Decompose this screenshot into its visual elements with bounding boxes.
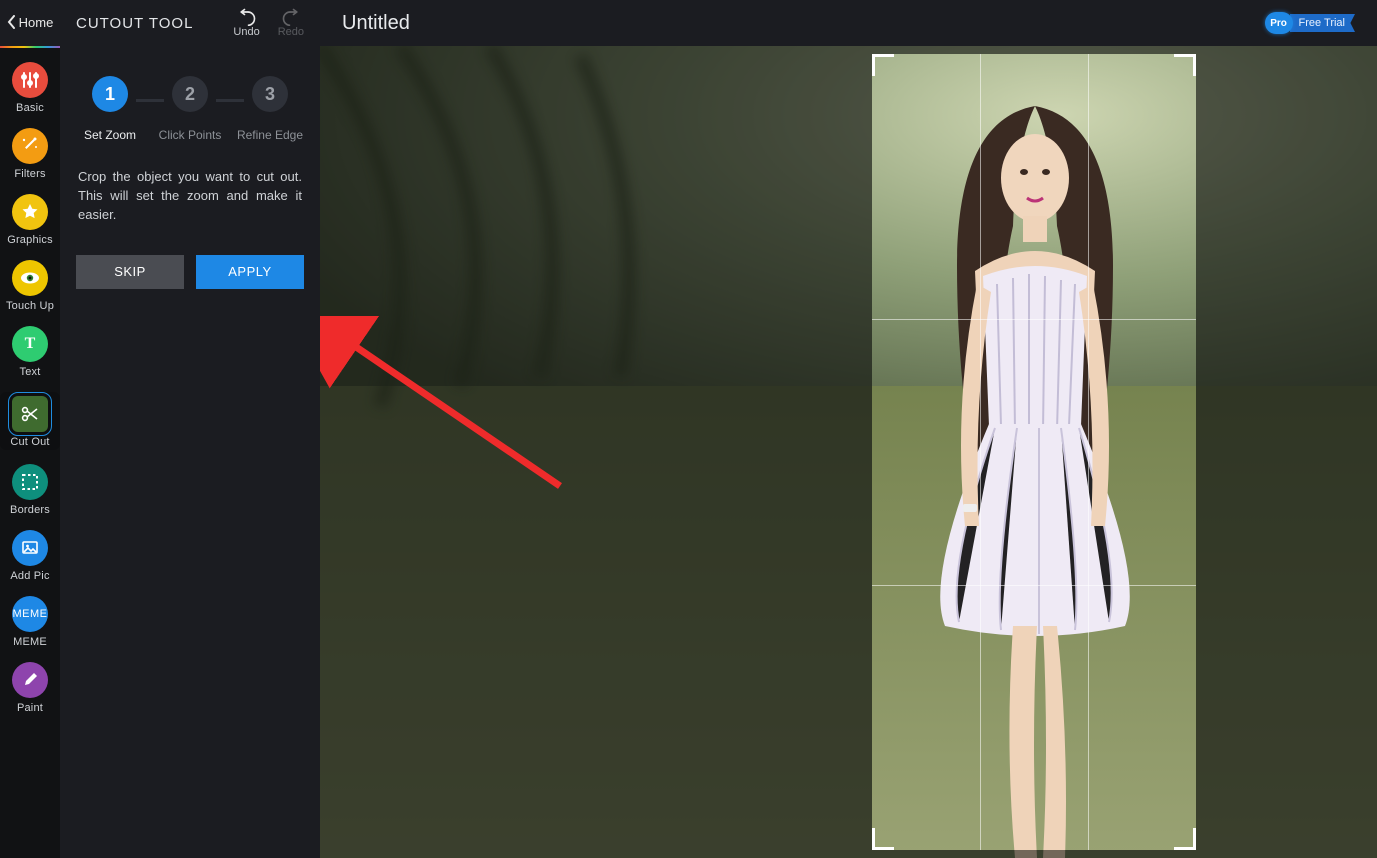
stepper: 1 Set Zoom 2 Click Points 3 Refine Edge [60,46,320,150]
pro-chip: Pro [1265,12,1293,34]
nav-label: Paint [17,702,43,714]
nav-basic[interactable]: Basic [0,62,60,114]
wand-icon [12,128,48,164]
crop-handle-bl[interactable] [872,828,894,850]
crop-handle-tl[interactable] [872,54,894,76]
nav-meme[interactable]: MEME MEME [0,596,60,648]
redo-icon [281,8,301,26]
step-click-points[interactable]: 2 Click Points [150,76,230,142]
pro-ribbon: Free Trial [1290,14,1355,32]
home-label: Home [19,15,54,30]
crop-grid-line [1088,54,1089,850]
left-nav: Home Basic Filters Graphics Touch Up [0,0,60,858]
step-refine-edge[interactable]: 3 Refine Edge [230,76,310,142]
nav-graphics[interactable]: Graphics [0,194,60,246]
nav-touchup[interactable]: Touch Up [0,260,60,312]
skip-button[interactable]: SKIP [76,255,184,289]
nav-text[interactable]: T Text [0,326,60,378]
panel-header: CUTOUT TOOL Undo Redo [60,0,320,46]
crop-rect[interactable] [872,54,1196,850]
star-icon [12,194,48,230]
sliders-icon [12,62,48,98]
nav-cutout[interactable]: Cut Out [0,392,60,450]
step-connector [216,99,244,102]
canvas-area: Untitled Pro Free Trial [320,0,1377,858]
crop-dimmer [320,46,1377,858]
nav-label: Graphics [7,234,53,246]
home-button[interactable]: Home [0,0,60,46]
nav-addpic[interactable]: Add Pic [0,530,60,582]
nav-label: Touch Up [6,300,54,312]
nav-label: Borders [10,504,50,516]
document-title: Untitled [342,12,410,35]
apply-button[interactable]: APPLY [196,255,304,289]
help-text: Crop the object you want to cut out. Thi… [60,150,320,225]
nav-label: Add Pic [10,570,49,582]
meme-icon: MEME [12,596,48,632]
chevron-left-icon [7,15,17,29]
rainbow-divider [0,46,60,48]
nav-label: Text [20,366,41,378]
crop-preview [872,54,1196,850]
step-set-zoom[interactable]: 1 Set Zoom [70,76,150,142]
step-connector [136,99,164,102]
pro-badge[interactable]: Pro Free Trial [1265,11,1355,35]
crop-handle-tr[interactable] [1174,54,1196,76]
canvas[interactable] [320,46,1377,858]
text-icon: T [12,326,48,362]
brush-icon [12,662,48,698]
step-number: 2 [172,76,208,112]
eye-icon [12,260,48,296]
nav-paint[interactable]: Paint [0,662,60,714]
frame-icon [12,464,48,500]
crop-grid-line [872,585,1196,586]
step-label: Set Zoom [84,128,136,142]
nav-filters[interactable]: Filters [0,128,60,180]
nav-label: MEME [13,636,47,648]
button-row: SKIP APPLY [60,225,320,289]
step-label: Refine Edge [237,128,303,142]
nav-label: Cut Out [10,436,49,448]
crop-grid-line [872,319,1196,320]
crop-handle-br[interactable] [1174,828,1196,850]
step-label: Click Points [159,128,222,142]
step-number: 3 [252,76,288,112]
nav-borders[interactable]: Borders [0,464,60,516]
undo-icon [237,8,257,26]
tool-panel: CUTOUT TOOL Undo Redo 1 Set Zoom 2 Cl [60,0,320,858]
step-number: 1 [92,76,128,112]
redo-label: Redo [278,26,304,38]
redo-button: Redo [278,8,304,38]
undo-button[interactable]: Undo [233,8,259,38]
nav-label: Basic [16,102,44,114]
panel-title: CUTOUT TOOL [76,15,193,32]
image-icon [12,530,48,566]
scissors-icon [12,396,48,432]
undo-label: Undo [233,26,259,38]
crop-grid-line [980,54,981,850]
nav-label: Filters [14,168,45,180]
undo-redo-group: Undo Redo [233,8,304,38]
canvas-header: Untitled Pro Free Trial [320,0,1377,46]
